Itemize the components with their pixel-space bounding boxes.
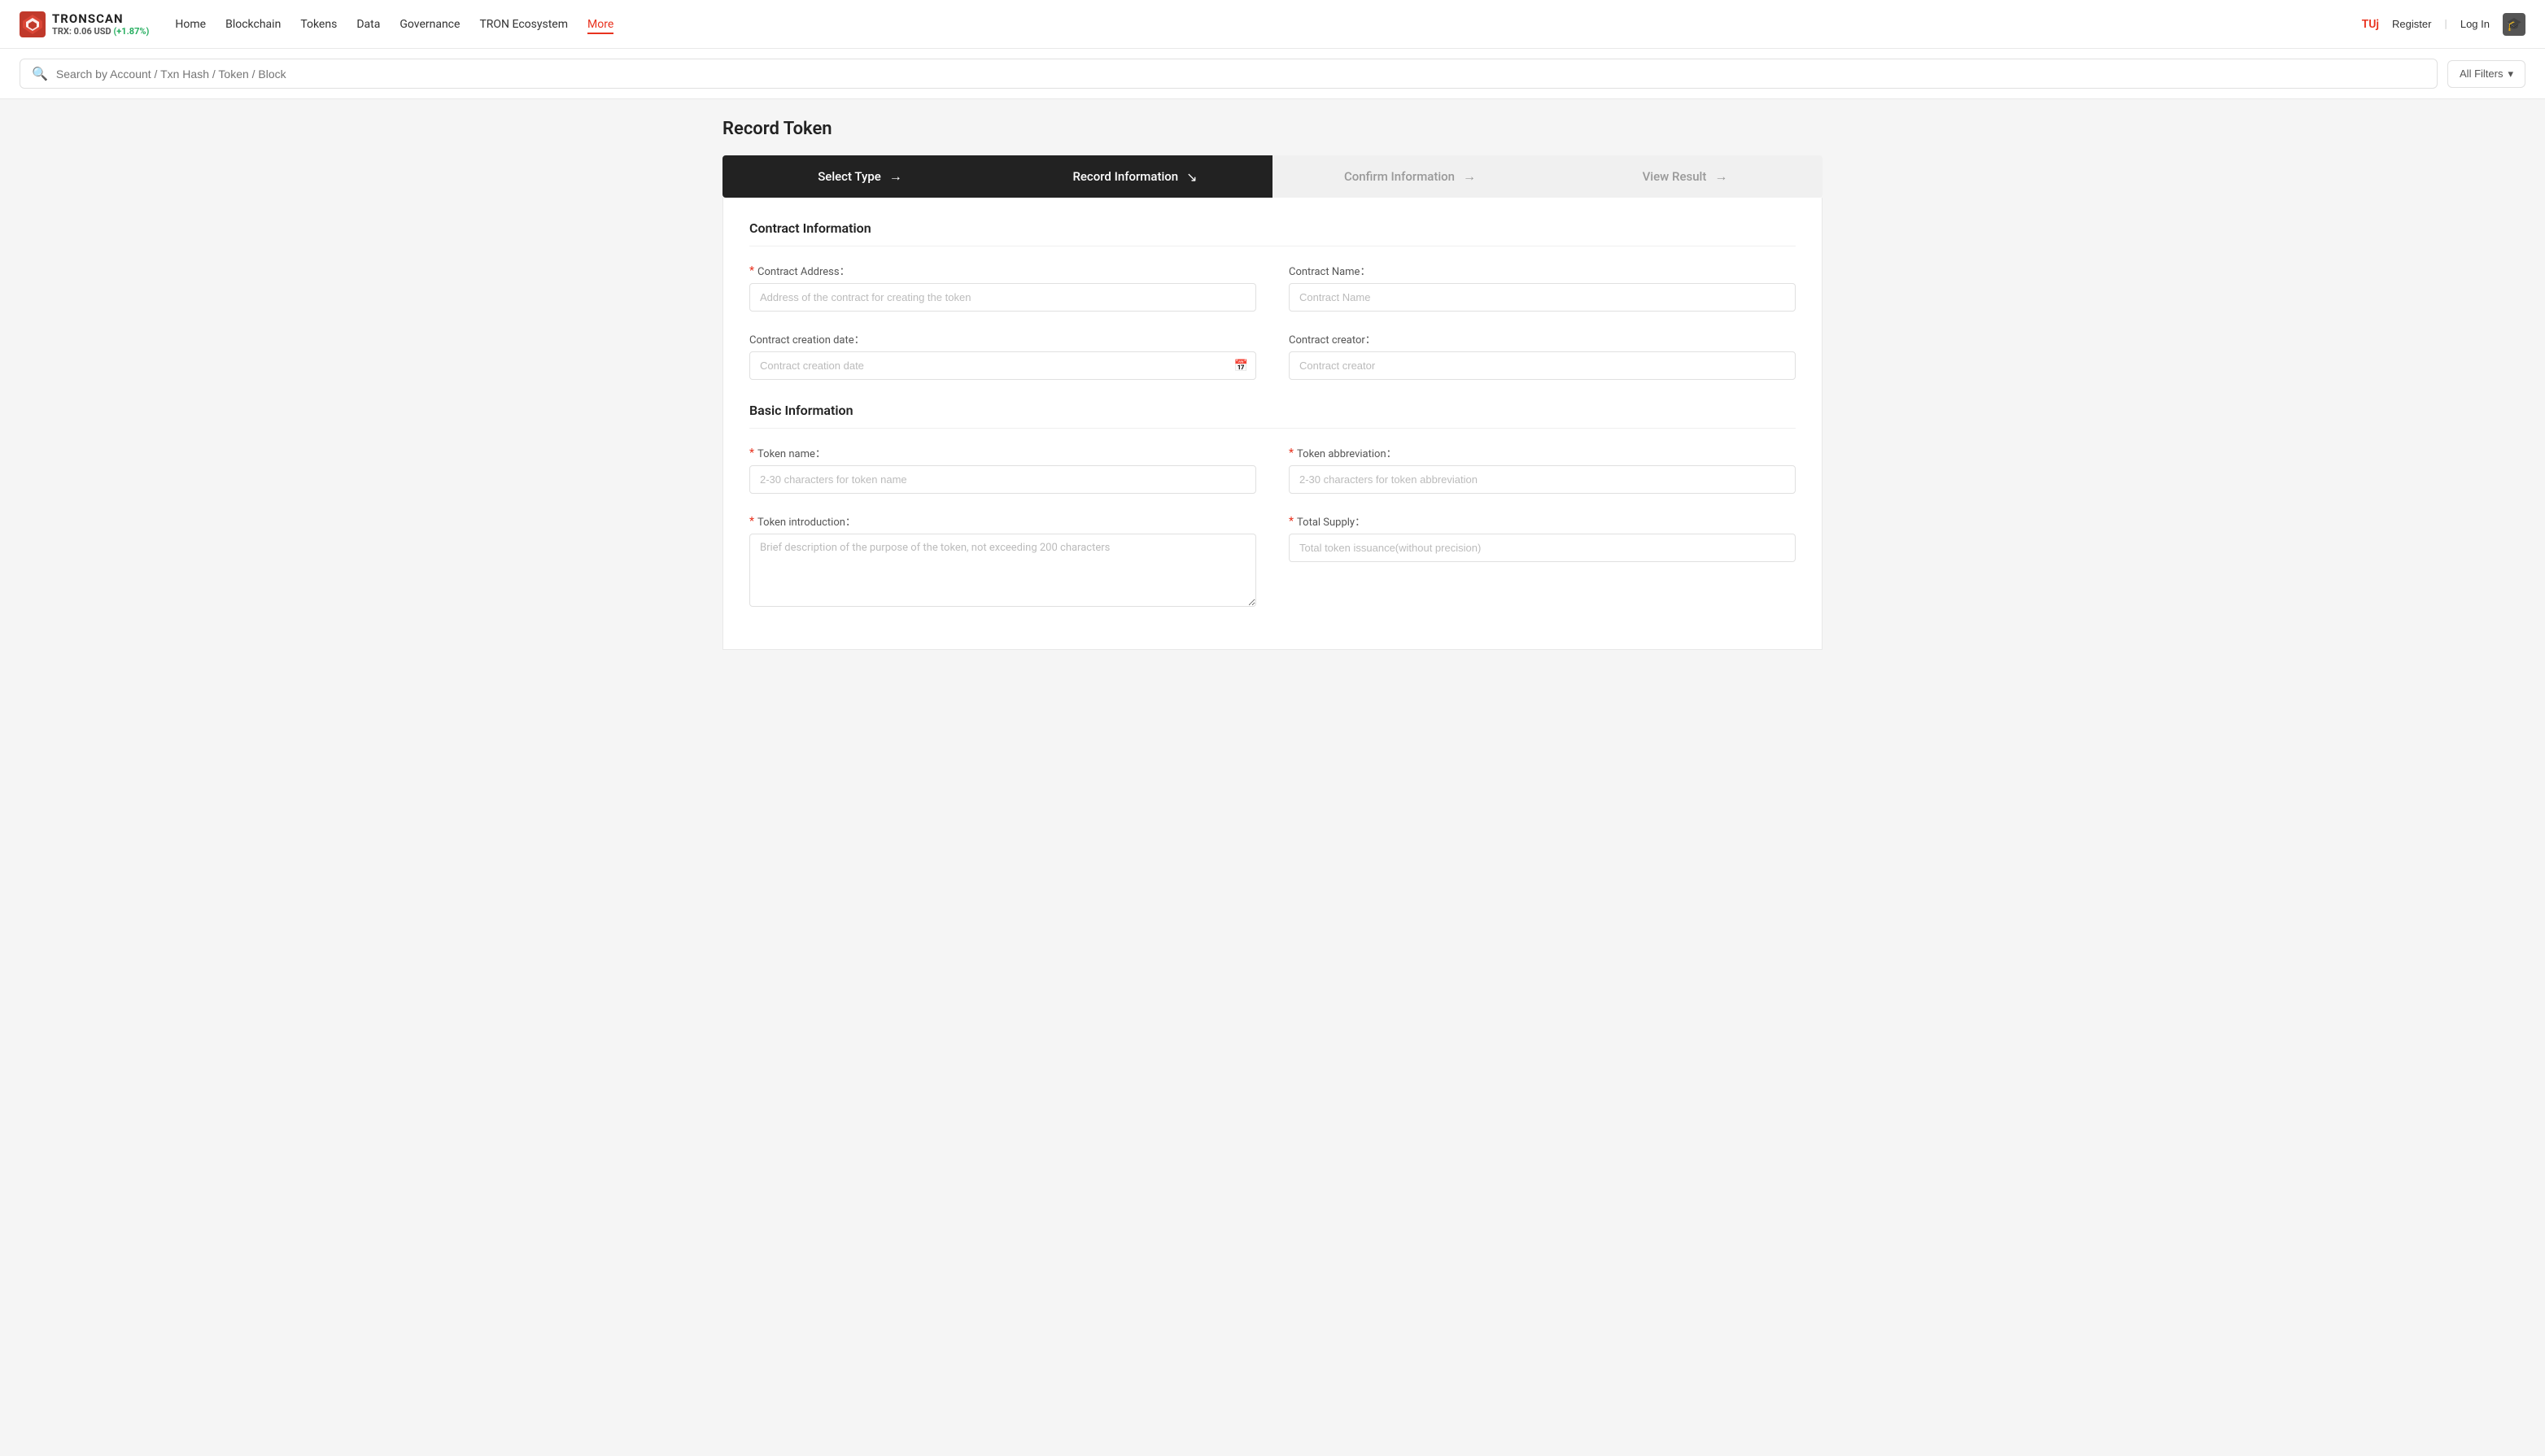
contract-form-grid: * Contract Address： Contract Name： Contr… [749, 263, 1796, 380]
header: TRONSCAN TRX: 0.06 USD (+1.87%) Home Blo… [0, 0, 2545, 49]
contract-address-field: * Contract Address： [749, 263, 1256, 312]
logo-name: TRONSCAN [52, 11, 149, 26]
basic-section: Basic Information * Token name： * Token … [749, 403, 1796, 607]
contract-name-input[interactable] [1289, 283, 1796, 312]
register-button[interactable]: Register [2392, 18, 2431, 30]
form-container: Contract Information * Contract Address：… [722, 198, 1823, 650]
search-input[interactable] [56, 68, 2425, 81]
required-star-token-intro: * [749, 515, 754, 528]
contract-address-input[interactable] [749, 283, 1256, 312]
token-introduction-textarea[interactable] [749, 534, 1256, 607]
step-view-result[interactable]: View Result → [1548, 155, 1823, 198]
token-name-field: * Token name： [749, 445, 1256, 494]
contract-creator-field: Contract creator： [1289, 331, 1796, 380]
required-star-token-name: * [749, 447, 754, 460]
required-star-total-supply: * [1289, 515, 1294, 528]
contract-address-label: * Contract Address： [749, 263, 1256, 278]
basic-form-grid: * Token name： * Token abbreviation： [749, 445, 1796, 607]
nav-tokens[interactable]: Tokens [300, 15, 337, 34]
total-supply-label: * Total Supply： [1289, 513, 1796, 529]
step-select-type[interactable]: Select Type → [722, 155, 997, 198]
calendar-icon: 📅 [1234, 360, 1248, 373]
chevron-down-icon: ▾ [2508, 68, 2513, 81]
steps-bar: Select Type → Record Information ↘ Confi… [722, 155, 1823, 198]
required-star-token-abbr: * [1289, 447, 1294, 460]
nav-home[interactable]: Home [175, 15, 206, 34]
contract-name-label: Contract Name： [1289, 263, 1796, 278]
contract-creation-date-field: Contract creation date： 📅 [749, 331, 1256, 380]
contract-creator-input[interactable] [1289, 351, 1796, 380]
step-arrow-3: → [1714, 168, 1727, 185]
total-supply-input[interactable] [1289, 534, 1796, 562]
logo-icon [20, 11, 46, 37]
token-introduction-field: * Token introduction： [749, 513, 1256, 607]
nav-blockchain[interactable]: Blockchain [225, 15, 281, 34]
contract-section-title: Contract Information [749, 220, 1796, 246]
required-star-1: * [749, 264, 754, 277]
nav-data[interactable]: Data [356, 15, 380, 34]
token-abbreviation-label: * Token abbreviation： [1289, 445, 1796, 460]
user-label: TUj [2362, 18, 2379, 31]
contract-creation-date-label: Contract creation date： [749, 331, 1256, 347]
logo: TRONSCAN TRX: 0.06 USD (+1.87%) [20, 11, 149, 37]
search-icon: 🔍 [32, 66, 48, 81]
basic-section-title: Basic Information [749, 403, 1796, 429]
step-confirm-information[interactable]: Confirm Information → [1272, 155, 1548, 198]
nav-tron-ecosystem[interactable]: TRON Ecosystem [479, 15, 568, 34]
total-supply-field: * Total Supply： [1289, 513, 1796, 607]
page-title: Record Token [722, 119, 1823, 139]
trx-price: TRX: 0.06 USD (+1.87%) [52, 26, 149, 37]
token-name-input[interactable] [749, 465, 1256, 494]
all-filters-button[interactable]: All Filters ▾ [2447, 60, 2525, 88]
login-button[interactable]: Log In [2460, 18, 2490, 30]
search-input-wrapper[interactable]: 🔍 [20, 59, 2438, 89]
main-content: Record Token Select Type → Record Inform… [703, 99, 1842, 669]
token-abbreviation-field: * Token abbreviation： [1289, 445, 1796, 494]
contract-creation-date-wrapper: 📅 [749, 351, 1256, 380]
step-arrow-2: → [1463, 168, 1476, 185]
logo-text: TRONSCAN TRX: 0.06 USD (+1.87%) [52, 11, 149, 37]
search-bar: 🔍 All Filters ▾ [0, 49, 2545, 99]
contract-name-field: Contract Name： [1289, 263, 1796, 312]
contract-creation-date-input[interactable] [749, 351, 1256, 380]
nav-more[interactable]: More [587, 15, 613, 34]
nav-governance[interactable]: Governance [399, 15, 460, 34]
token-abbreviation-input[interactable] [1289, 465, 1796, 494]
header-right: TUj Register | Log In 🎓 [2362, 13, 2525, 36]
token-introduction-label: * Token introduction： [749, 513, 1256, 529]
token-name-label: * Token name： [749, 445, 1256, 460]
school-icon: 🎓 [2503, 13, 2525, 36]
main-nav: Home Blockchain Tokens Data Governance T… [175, 15, 2335, 34]
step-record-information[interactable]: Record Information ↘ [997, 155, 1272, 198]
step-arrow-1: ↘ [1186, 169, 1197, 185]
step-arrow-0: → [889, 168, 902, 185]
header-divider: | [2444, 18, 2447, 31]
contract-creator-label: Contract creator： [1289, 331, 1796, 347]
